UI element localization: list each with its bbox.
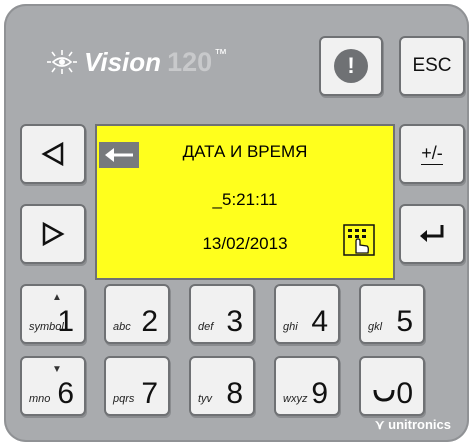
key-2[interactable]: abc 2 <box>104 284 170 344</box>
key-number: 4 <box>311 305 328 338</box>
key-number: 0 <box>396 377 413 410</box>
key-number: 2 <box>141 305 158 338</box>
screen-title: ДАТА И ВРЕМЯ <box>182 142 308 161</box>
space-icon <box>373 389 395 402</box>
key-sublabel: mno <box>29 393 51 405</box>
key-0[interactable]: 0 <box>359 356 425 416</box>
key-sublabel: abc <box>113 321 131 333</box>
key-sublabel: def <box>198 321 214 333</box>
plc-panel: Vision 120 ™ ! ESC +/- ДАТА И ВРЕМЯ _5:2… <box>4 4 469 442</box>
alert-icon: ! <box>334 49 368 83</box>
brand-logo: Vision 120 ™ <box>46 44 227 80</box>
keypad-touch-icon <box>343 224 375 256</box>
down-arrow-icon: ▼ <box>52 364 62 375</box>
key-sublabel: pqrs <box>113 393 135 405</box>
left-arrow-button[interactable] <box>20 124 86 184</box>
key-7[interactable]: pqrs 7 <box>104 356 170 416</box>
maker-name: unitronics <box>388 417 451 432</box>
key-3[interactable]: def 3 <box>189 284 255 344</box>
key-6[interactable]: ▼ mno 6 <box>20 356 86 416</box>
brand-name: Vision <box>84 46 162 77</box>
key-number: 7 <box>141 377 158 410</box>
alert-label: ! <box>347 53 355 78</box>
key-number: 8 <box>226 377 243 410</box>
up-arrow-icon: ▲ <box>52 292 62 303</box>
screen-time: _5:21:11 <box>212 190 278 209</box>
left-triangle-icon <box>41 141 64 167</box>
maker-logo: ⋎ unitronics <box>375 417 451 433</box>
right-triangle-icon <box>42 221 65 247</box>
key-number: 1 <box>57 305 74 338</box>
esc-label: ESC <box>412 55 452 76</box>
key-sublabel: ghi <box>283 321 298 333</box>
key-1[interactable]: ▲ symbol 1 <box>20 284 86 344</box>
key-9[interactable]: wxyz 9 <box>274 356 340 416</box>
key-number: 6 <box>57 377 74 410</box>
enter-icon <box>420 225 444 242</box>
alert-button[interactable]: ! <box>319 36 383 96</box>
key-number: 5 <box>396 305 413 338</box>
maker-logo-icon: ⋎ <box>375 417 385 432</box>
key-sublabel: tyv <box>198 393 213 405</box>
lcd-screen: ДАТА И ВРЕМЯ _5:21:11 13/02/2013 <box>95 124 395 280</box>
key-8[interactable]: tyv 8 <box>189 356 255 416</box>
key-sublabel: wxyz <box>283 393 308 405</box>
plus-minus-button[interactable]: +/- <box>399 124 465 184</box>
key-sublabel: gkl <box>368 321 383 333</box>
key-number: 3 <box>226 305 243 338</box>
key-4[interactable]: ghi 4 <box>274 284 340 344</box>
key-5[interactable]: gkl 5 <box>359 284 425 344</box>
eye-logo-icon <box>47 50 77 74</box>
esc-button[interactable]: ESC <box>399 36 465 96</box>
brand-trademark: ™ <box>214 46 228 61</box>
brand-model: 120 <box>167 46 213 77</box>
key-number: 9 <box>311 377 328 410</box>
plus-minus-label: +/- <box>421 143 443 165</box>
right-arrow-button[interactable] <box>20 204 86 264</box>
enter-button[interactable] <box>399 204 465 264</box>
